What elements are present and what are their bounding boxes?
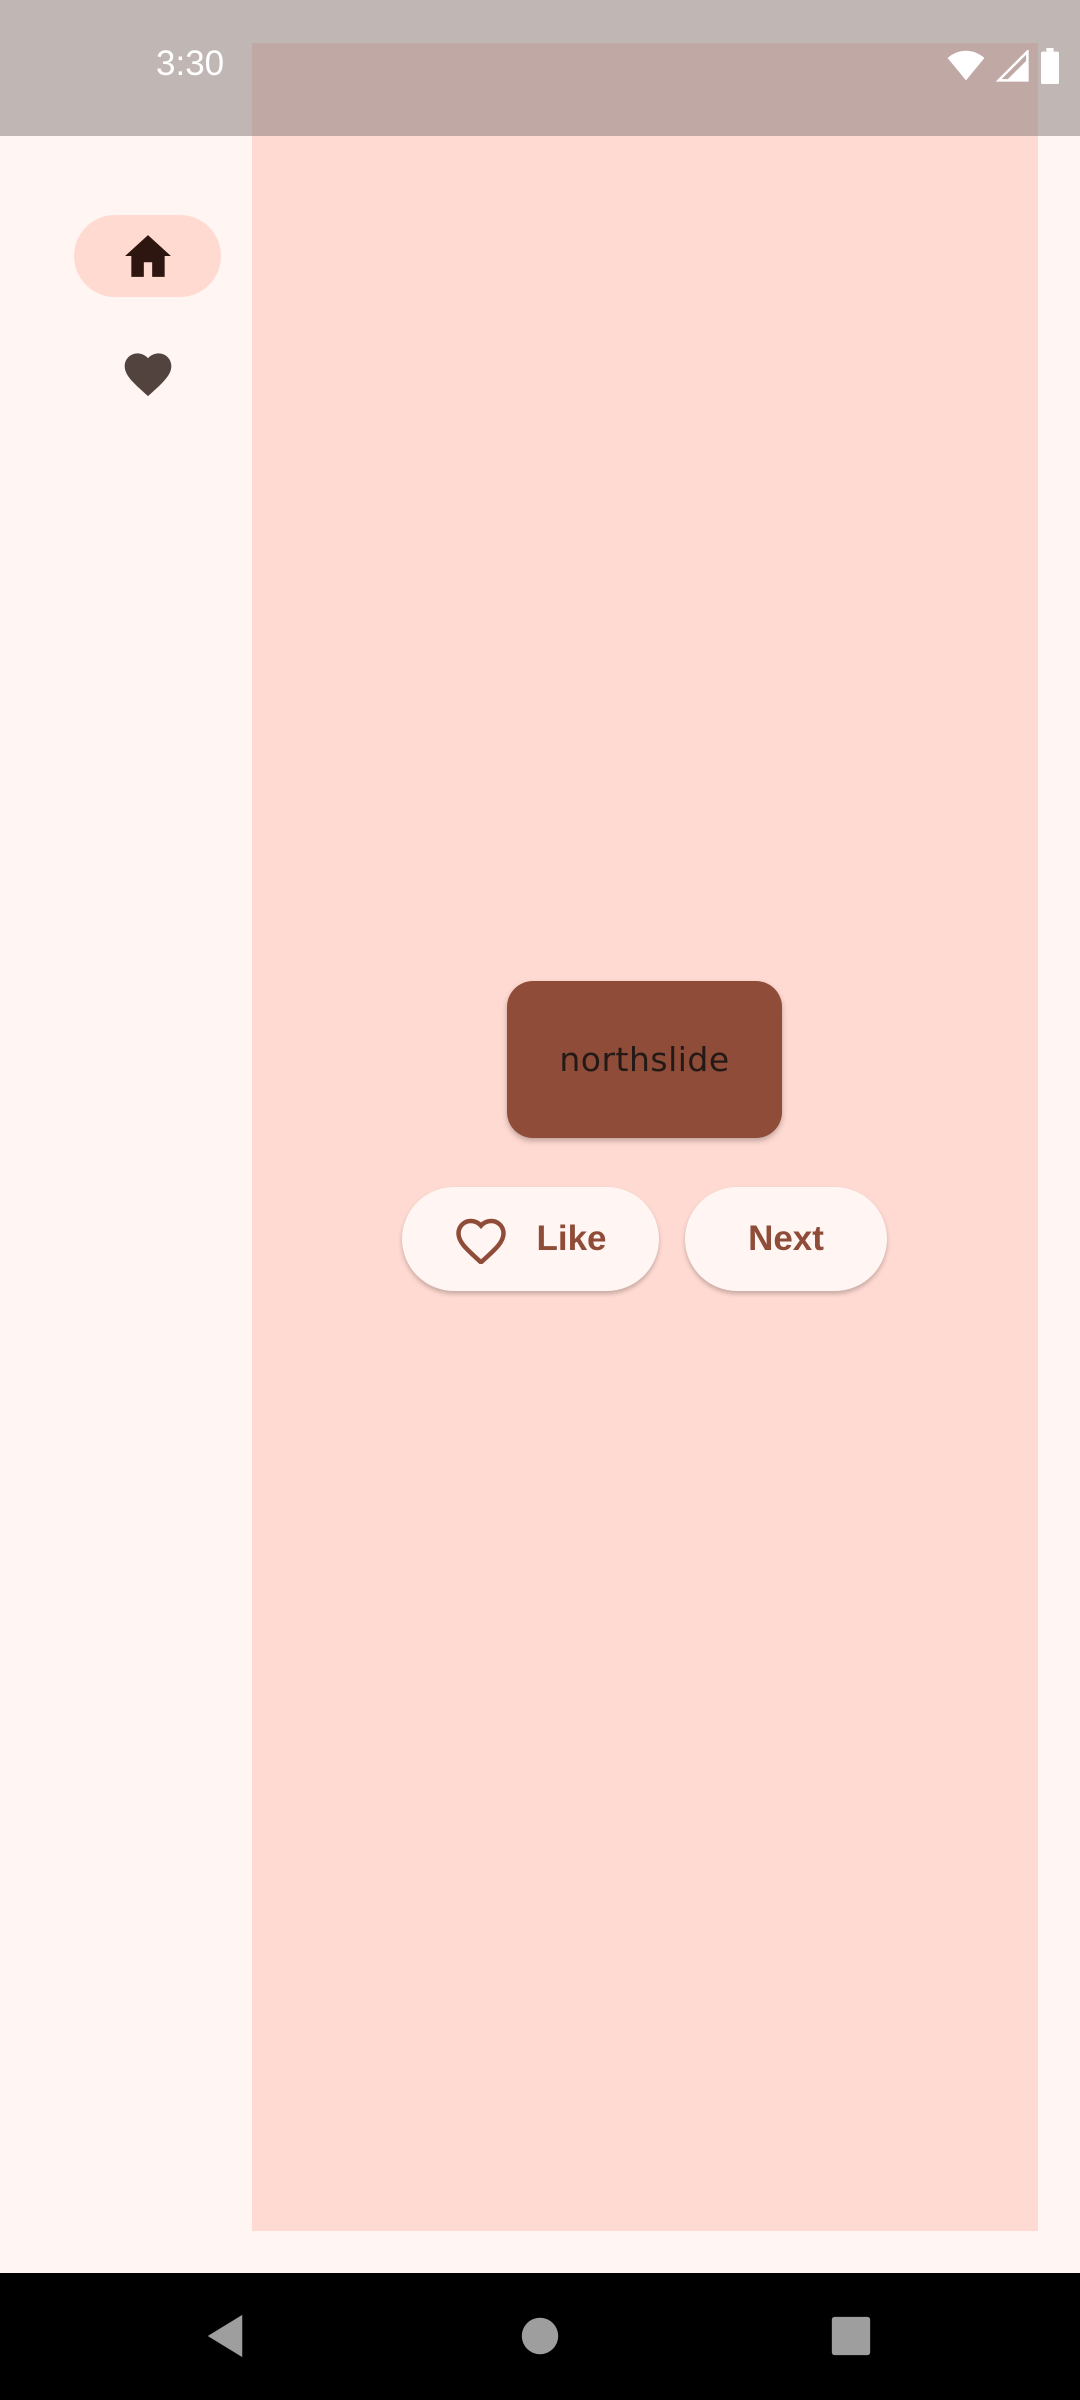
wifi-icon xyxy=(946,50,986,87)
rail-item-favorites[interactable] xyxy=(74,331,221,413)
heart-outline-icon xyxy=(454,1214,508,1264)
like-button-label: Like xyxy=(536,1219,607,1258)
next-button-label: Next xyxy=(748,1219,824,1258)
word-text: northslide xyxy=(559,1040,730,1079)
like-button[interactable]: Like xyxy=(402,1187,659,1291)
status-bar: 3:30 xyxy=(0,0,1080,136)
cellular-signal-icon xyxy=(995,48,1030,87)
status-time: 3:30 xyxy=(156,44,225,83)
recents-icon[interactable] xyxy=(830,2313,872,2364)
battery-icon xyxy=(1040,48,1060,89)
content-pane: northslide Like Next xyxy=(252,43,1038,2231)
next-button[interactable]: Next xyxy=(685,1187,887,1291)
home-icon xyxy=(123,233,173,279)
back-icon[interactable] xyxy=(205,2313,245,2364)
favorite-icon xyxy=(120,346,176,398)
rail-item-home[interactable] xyxy=(74,215,221,297)
app-surface: northslide Like Next xyxy=(0,0,1080,2273)
home-circle-icon[interactable] xyxy=(520,2313,560,2364)
system-navigation-bar xyxy=(0,2273,1080,2400)
status-icons xyxy=(946,48,1060,89)
word-card: northslide xyxy=(507,981,782,1138)
